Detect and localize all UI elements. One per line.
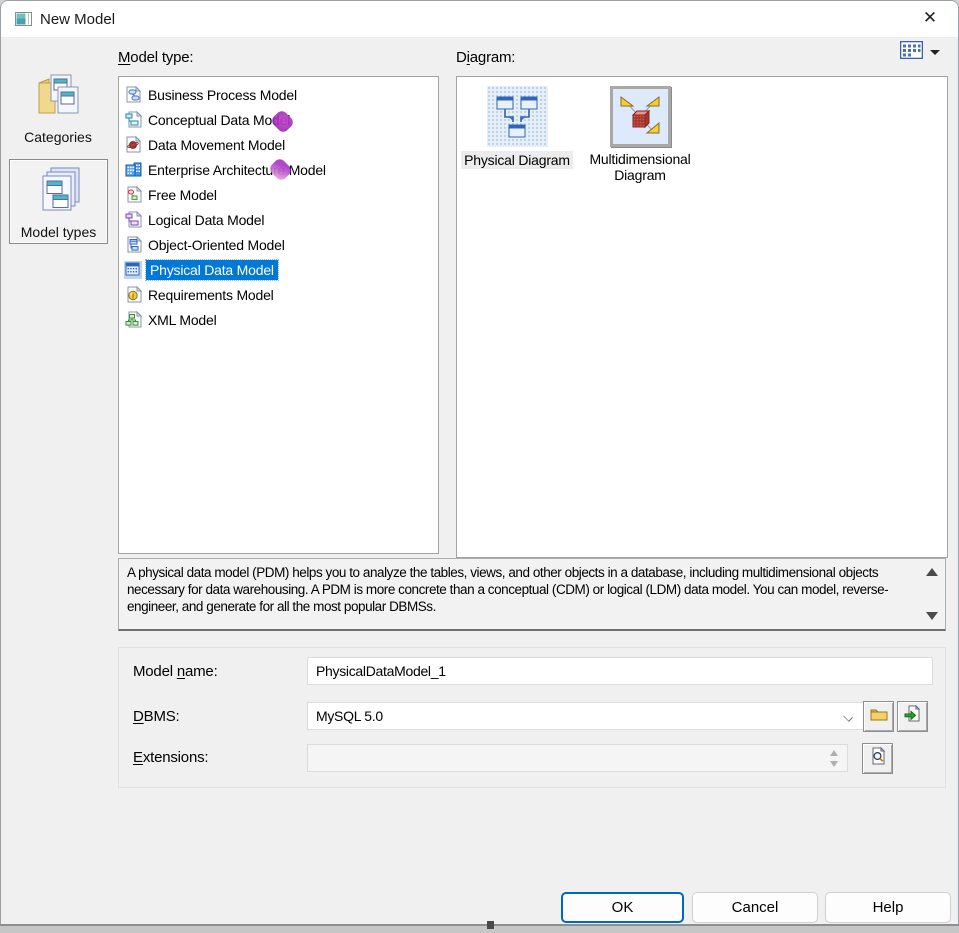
ok-button[interactable]: OK	[561, 892, 684, 923]
description-panel: A physical data model (PDM) helps you to…	[118, 558, 946, 631]
sidebar-item-categories[interactable]: Categories	[9, 69, 107, 151]
diagram-label: Diagram:	[456, 49, 515, 66]
list-item-business-process[interactable]: Business Process Model	[119, 82, 438, 107]
document-magnifier-icon	[869, 747, 887, 770]
requirements-icon: !	[124, 286, 142, 304]
titlebar: New Model ✕	[1, 1, 958, 38]
physical-diagram-icon	[487, 86, 548, 147]
list-item-object-oriented[interactable]: Object-Oriented Model	[119, 232, 438, 257]
model-name-label: Model name:	[133, 663, 218, 680]
scroll-up-icon[interactable]	[926, 568, 938, 576]
chevron-down-icon	[930, 50, 940, 55]
extensions-field[interactable]	[307, 744, 848, 772]
sidebar-item-label: Categories	[24, 129, 92, 145]
svg-text:!: !	[131, 291, 134, 300]
extensions-preview-button[interactable]	[862, 743, 893, 774]
categories-folder-icon	[33, 69, 83, 126]
list-item-free-model[interactable]: Free Model	[119, 182, 438, 207]
dbms-label: DBMS:	[133, 708, 180, 725]
folder-icon	[870, 707, 888, 726]
chevron-down-icon	[844, 713, 853, 722]
dbms-import-button[interactable]	[897, 701, 928, 732]
help-button[interactable]: Help	[825, 892, 951, 923]
window-title: New Model	[40, 11, 115, 28]
sidebar-item-label: Model types	[21, 224, 96, 240]
logical-data-icon	[124, 211, 142, 229]
model-type-label: Model type:	[118, 49, 193, 66]
view-mode-button[interactable]	[900, 41, 946, 63]
spinner-up-icon	[830, 750, 838, 756]
spinner-down-icon	[830, 761, 838, 767]
diagram-item-physical[interactable]: Physical Diagram	[459, 86, 575, 169]
app-model-icon	[15, 12, 32, 26]
enterprise-architecture-icon	[124, 161, 142, 179]
list-view-icon	[900, 41, 923, 64]
multidimensional-diagram-icon	[610, 86, 671, 147]
conceptual-data-icon	[124, 111, 142, 129]
document-import-icon	[904, 705, 922, 728]
object-oriented-icon	[124, 236, 142, 254]
dbms-value: MySQL 5.0	[316, 708, 383, 724]
list-item-xml-model[interactable]: XML Model	[119, 307, 438, 332]
close-button[interactable]: ✕	[908, 1, 952, 35]
free-model-icon	[124, 186, 142, 204]
sidebar-item-model-types[interactable]: Model types	[9, 159, 108, 244]
dbms-combobox[interactable]: MySQL 5.0	[307, 702, 864, 730]
description-text: A physical data model (PDM) helps you to…	[127, 564, 919, 615]
cancel-button[interactable]: Cancel	[692, 892, 818, 923]
model-types-stack-icon	[33, 164, 85, 221]
xml-model-icon	[124, 311, 142, 329]
extensions-spinner[interactable]	[830, 750, 838, 767]
diagram-item-label: Multidimensional Diagram	[585, 151, 695, 183]
list-item-physical-data[interactable]: Physical Data Model	[119, 257, 438, 282]
extensions-label: Extensions:	[133, 749, 208, 766]
list-item-data-movement[interactable]: Data Movement Model	[119, 132, 438, 157]
model-name-input[interactable]	[307, 657, 933, 685]
diagram-item-label: Physical Diagram	[461, 151, 573, 169]
dbms-browse-button[interactable]	[863, 701, 894, 732]
scroll-down-icon[interactable]	[926, 612, 938, 620]
screen-edge	[0, 924, 959, 933]
data-movement-icon	[124, 136, 142, 154]
list-item-logical-data[interactable]: Logical Data Model	[119, 207, 438, 232]
physical-data-icon	[124, 261, 142, 279]
model-type-list: Business Process Model Conceptual Data M…	[118, 76, 439, 554]
list-item-requirements[interactable]: ! Requirements Model	[119, 282, 438, 307]
new-model-dialog: New Model ✕ Categories	[0, 0, 959, 926]
model-form: Model name: DBMS: MySQL 5.0	[118, 647, 946, 788]
diagram-item-multidimensional[interactable]: Multidimensional Diagram	[582, 86, 698, 183]
screen-edge-tick	[487, 921, 494, 929]
business-process-icon	[124, 86, 142, 104]
diagram-list: Physical Diagram	[456, 76, 948, 558]
